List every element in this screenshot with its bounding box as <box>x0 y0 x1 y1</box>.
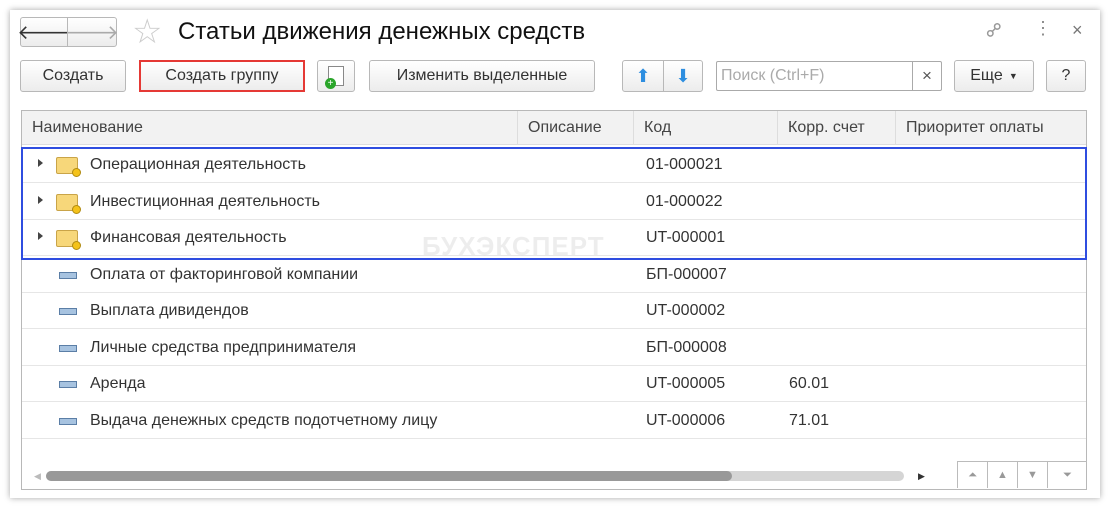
scroll-page-up-button[interactable]: ▲ <box>987 461 1017 488</box>
column-header-code[interactable]: Код <box>634 111 778 145</box>
close-icon[interactable]: × <box>1072 20 1083 41</box>
favorite-star-icon[interactable]: ☆ <box>132 12 162 52</box>
horizontal-scrollbar-thumb[interactable] <box>46 471 733 481</box>
create-group-button[interactable]: Создать группу <box>139 60 305 92</box>
link-icon[interactable]: ⚯ <box>980 16 1010 46</box>
forward-button[interactable]: 🡒 <box>65 17 119 47</box>
row-code: БП-000007 <box>646 265 727 283</box>
page-title: Статьи движения денежных средств <box>178 18 586 45</box>
help-button[interactable]: ? <box>1046 60 1086 92</box>
back-button[interactable]: 🡐 <box>17 17 71 47</box>
chevron-down-icon: ▼ <box>1008 71 1018 81</box>
column-header-description[interactable]: Описание <box>518 111 634 145</box>
row-code: UT-000005 <box>646 375 726 392</box>
create-button[interactable]: Создать <box>20 60 126 92</box>
column-header-account[interactable]: Корр. счет <box>778 111 896 145</box>
row-code: БП-000008 <box>646 338 727 356</box>
item-row[interactable]: Аренда UT-000005 60.01 <box>22 366 1086 402</box>
row-name: Аренда <box>90 375 146 392</box>
more-button[interactable]: Еще ▼ <box>954 60 1034 92</box>
window: 🡐 🡒 ☆ Статьи движения денежных средств ⚯… <box>10 10 1100 498</box>
item-icon <box>59 344 77 352</box>
move-down-button[interactable]: ⬇ <box>663 60 703 92</box>
item-icon <box>59 381 77 388</box>
row-name: Выдача денежных средств подотчетному лиц… <box>90 411 438 429</box>
more-vertical-icon[interactable]: ⋮ <box>1034 18 1052 39</box>
row-account: 60.01 <box>789 375 830 392</box>
scroll-left-arrow[interactable]: ◀ <box>34 471 41 482</box>
row-account: 71.01 <box>789 411 830 429</box>
horizontal-scrollbar[interactable] <box>46 471 904 481</box>
items-table: Наименование Описание Код Корр. счет При… <box>21 110 1087 490</box>
column-header-name[interactable]: Наименование <box>22 111 518 145</box>
column-header-priority[interactable]: Приоритет оплаты <box>896 111 1086 145</box>
move-up-button[interactable]: ⬆ <box>622 60 664 92</box>
copy-document-button[interactable]: + <box>317 60 355 92</box>
item-row[interactable]: Выдача денежных средств подотчетному лиц… <box>22 403 1086 439</box>
item-row[interactable]: Выплата дивидендов UT-000002 <box>22 293 1086 329</box>
row-name: Личные средства предпринимателя <box>90 338 357 356</box>
search-input[interactable]: Поиск (Ctrl+F) × <box>716 61 942 91</box>
row-code: UT-000002 <box>646 302 726 319</box>
item-icon <box>59 308 77 315</box>
row-name: Выплата дивидендов <box>90 302 249 319</box>
scroll-bottom-button[interactable]: ⏷ <box>1047 461 1087 488</box>
item-icon <box>59 417 77 425</box>
row-code: UT-000006 <box>646 411 726 429</box>
scroll-page-down-button[interactable]: ▼ <box>1017 461 1047 488</box>
more-label: Еще <box>970 67 1003 84</box>
scroll-top-button[interactable]: ⏶ <box>957 461 987 488</box>
search-clear-button[interactable]: × <box>912 62 941 90</box>
scroll-right-arrow[interactable]: ▶ <box>918 471 925 482</box>
add-document-icon: + <box>325 66 344 89</box>
item-row[interactable]: Личные средства предпринимателя БП-000008 <box>22 330 1086 366</box>
group-highlight-frame <box>21 147 1087 260</box>
edit-selected-button[interactable]: Изменить выделенные <box>369 60 595 92</box>
item-icon <box>59 271 77 279</box>
row-name: Оплата от факторинговой компании <box>90 265 359 283</box>
search-placeholder: Поиск (Ctrl+F) <box>721 67 825 84</box>
